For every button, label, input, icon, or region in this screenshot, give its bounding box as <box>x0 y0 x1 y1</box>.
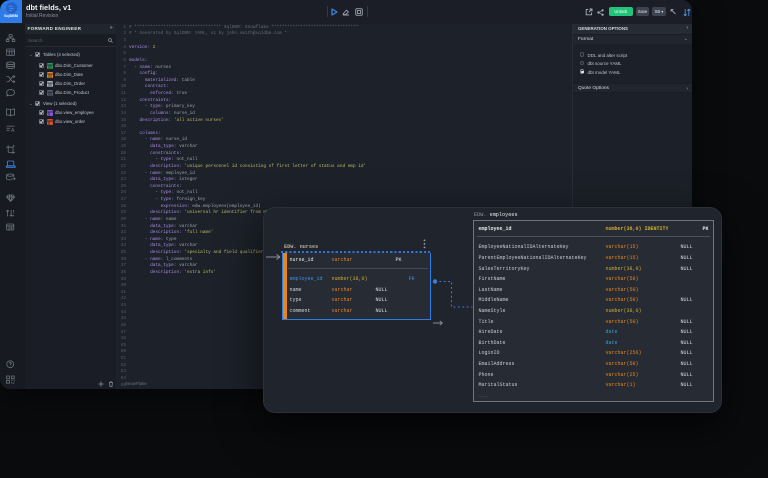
svg-text:A: A <box>11 128 15 134</box>
